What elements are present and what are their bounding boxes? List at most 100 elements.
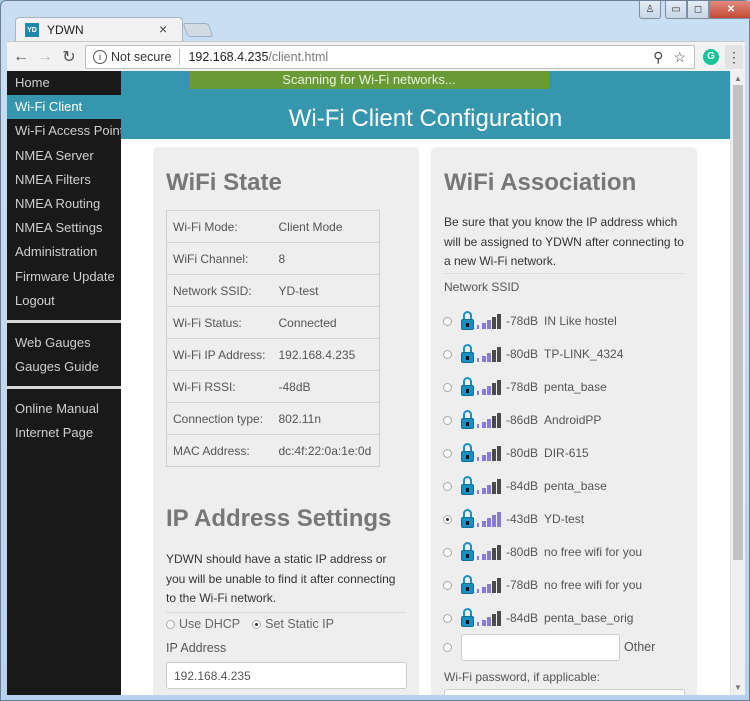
signal-strength-icon xyxy=(477,511,501,527)
network-ssid: TP-LINK_4324 xyxy=(544,347,624,361)
use-dhcp-radio[interactable] xyxy=(166,619,175,629)
ip-address-input[interactable]: 192.168.4.235 xyxy=(166,662,407,689)
back-icon[interactable]: ← xyxy=(9,48,33,66)
tab-close-icon[interactable]: × xyxy=(159,21,167,37)
lock-body xyxy=(461,352,474,363)
signal-bar xyxy=(482,554,486,560)
sidebar-item-administration[interactable]: Administration xyxy=(7,240,121,264)
network-list-item[interactable]: -84dB penta_base_orig xyxy=(443,605,633,631)
scroll-down-icon[interactable]: ▼ xyxy=(734,683,742,692)
network-radio[interactable] xyxy=(443,448,452,458)
bookmark-star-icon[interactable]: ☆ xyxy=(673,49,686,66)
network-radio[interactable] xyxy=(443,382,452,392)
signal-bar xyxy=(482,422,486,428)
state-label: WiFi Channel: xyxy=(166,242,273,275)
wifi-state-card: WiFi State Wi-Fi Mode: Client Mode WiFi Ch… xyxy=(153,147,419,695)
browser-menu-icon[interactable]: ⋮ xyxy=(725,45,743,69)
network-list-item[interactable]: -78dB no free wifi for you xyxy=(443,572,642,598)
page-title: Wi-Fi Client Configuration xyxy=(288,105,563,132)
signal-bar xyxy=(477,358,479,362)
network-list-item[interactable]: -78dB IN Like hostel xyxy=(443,308,617,334)
network-radio[interactable] xyxy=(443,547,452,557)
divider xyxy=(444,273,684,274)
sidebar-item-nmea-routing[interactable]: NMEA Routing xyxy=(7,192,121,216)
scrollbar-thumb[interactable] xyxy=(733,85,743,560)
state-value: 192.168.4.235 xyxy=(272,338,380,371)
sidebar-item-nmea-server[interactable]: NMEA Server xyxy=(7,144,121,168)
security-label[interactable]: Not secure xyxy=(111,50,171,64)
signal-bar xyxy=(492,416,496,428)
window-close-icon[interactable]: ✕ xyxy=(709,1,750,19)
signal-strength-icon xyxy=(477,412,501,428)
lock-body xyxy=(461,451,474,462)
lock-icon xyxy=(461,410,474,430)
network-ssid: no free wifi for you xyxy=(544,578,643,592)
set-static-ip-radio[interactable] xyxy=(252,619,262,629)
network-list-item[interactable]: -43dB YD-test xyxy=(443,506,584,532)
signal-bar xyxy=(477,490,479,494)
sidebar-item-online-manual[interactable]: Online Manual xyxy=(7,397,121,421)
state-label: MAC Address: xyxy=(166,434,273,467)
divider xyxy=(166,612,406,613)
network-list-item[interactable]: -84dB penta_base xyxy=(443,473,607,499)
signal-bar xyxy=(497,578,501,593)
network-ssid: AndroidPP xyxy=(544,413,602,427)
signal-bar xyxy=(492,350,496,362)
network-rssi: -86dB xyxy=(506,413,539,427)
network-list-item[interactable]: -80dB no free wifi for you xyxy=(443,539,642,565)
network-list-item[interactable]: -80dB DIR-615 xyxy=(443,440,589,466)
network-radio[interactable] xyxy=(443,349,452,359)
sidebar-item-web-gauges[interactable]: Web Gauges xyxy=(7,331,121,355)
wifi-password-input[interactable] xyxy=(444,689,685,695)
network-list-item[interactable]: -78dB penta_base xyxy=(443,374,607,400)
network-radio[interactable] xyxy=(443,415,452,425)
sidebar-item-wi-fi-client[interactable]: Wi-Fi Client xyxy=(7,95,121,120)
reload-icon[interactable]: ↻ xyxy=(57,47,81,67)
network-rssi: -78dB xyxy=(506,314,539,328)
network-list-item[interactable]: -86dB AndroidPP xyxy=(443,407,601,433)
browser-window: YD YDWN × ♙ ▭ ◻ ✕ ← → ↻ i Not secure 192… xyxy=(0,0,750,701)
sidebar-item-firmware-update[interactable]: Firmware Update xyxy=(7,265,121,289)
signal-bar xyxy=(487,386,491,395)
page-scrollbar[interactable]: ▲ ▼ xyxy=(730,71,745,695)
lock-icon xyxy=(461,509,474,529)
use-dhcp-option[interactable]: Use DHCP xyxy=(166,617,240,631)
state-label: Wi-Fi Status: xyxy=(166,306,273,339)
sidebar-item-nmea-settings[interactable]: NMEA Settings xyxy=(7,216,121,240)
state-value: 802.11n xyxy=(272,402,380,435)
signal-bar xyxy=(497,446,501,461)
network-radio[interactable] xyxy=(443,481,452,491)
sidebar-item-logout[interactable]: Logout xyxy=(7,289,121,313)
zoom-icon[interactable]: ⚲ xyxy=(653,49,663,66)
signal-bar xyxy=(492,515,496,527)
signal-bar xyxy=(477,523,479,527)
network-radio[interactable] xyxy=(443,580,452,590)
forward-icon[interactable]: → xyxy=(33,48,57,66)
state-value: YD-test xyxy=(272,274,380,307)
info-icon[interactable]: i xyxy=(93,50,107,64)
other-network-radio[interactable] xyxy=(443,642,452,652)
network-list-item[interactable]: -80dB TP-LINK_4324 xyxy=(443,341,623,367)
minimize-icon[interactable]: ▭ xyxy=(665,1,687,19)
network-radio[interactable] xyxy=(443,613,452,623)
user-profile-icon[interactable]: ♙ xyxy=(639,1,661,19)
address-bar[interactable]: i Not secure 192.168.4.235/client.html ⚲… xyxy=(85,45,695,69)
sidebar-item-gauges-guide[interactable]: Gauges Guide xyxy=(7,355,121,379)
other-ssid-input[interactable] xyxy=(461,633,620,661)
scroll-up-icon[interactable]: ▲ xyxy=(734,74,742,83)
sidebar-item-home[interactable]: Home xyxy=(7,71,121,95)
network-radio[interactable] xyxy=(443,514,452,524)
tab-content[interactable]: YD YDWN xyxy=(25,19,84,41)
grammarly-extension-icon[interactable]: G xyxy=(703,49,719,65)
network-radio[interactable] xyxy=(443,316,452,326)
sidebar-item-internet-page[interactable]: Internet Page xyxy=(7,421,121,445)
other-label: Other xyxy=(624,640,656,654)
signal-strength-icon xyxy=(477,313,501,329)
ip-settings-heading: IP Address Settings xyxy=(166,505,392,532)
restore-icon[interactable]: ◻ xyxy=(687,1,709,19)
state-row: Wi-Fi Mode: Client Mode xyxy=(166,210,380,243)
sidebar-item-nmea-filters[interactable]: NMEA Filters xyxy=(7,168,121,192)
sidebar-item-wi-fi-access-point[interactable]: Wi-Fi Access Point xyxy=(7,119,123,143)
new-tab-button[interactable] xyxy=(182,23,214,37)
set-static-ip-option[interactable]: Set Static IP xyxy=(252,617,334,631)
